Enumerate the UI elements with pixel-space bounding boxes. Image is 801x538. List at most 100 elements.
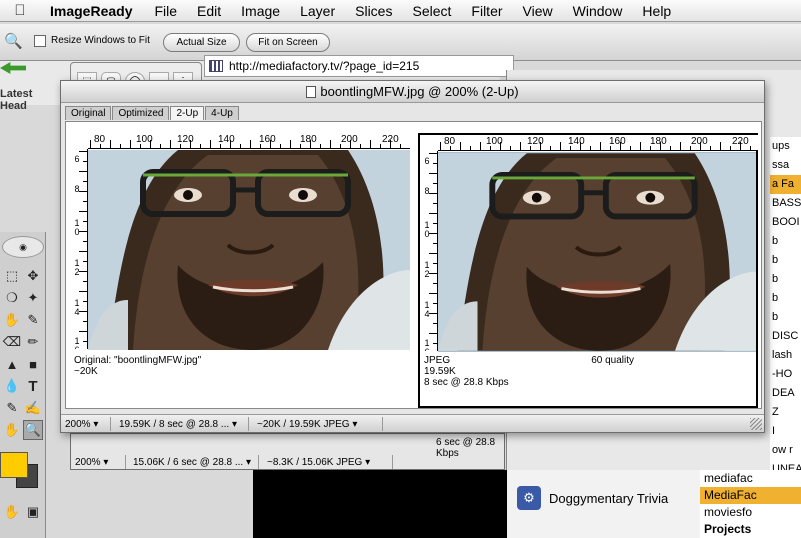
menu-view[interactable]: View <box>513 3 563 19</box>
ruler-tick <box>79 331 87 332</box>
menu-help[interactable]: Help <box>632 3 681 19</box>
brush-tool-icon[interactable]: ✎ <box>23 310 43 330</box>
menu-file[interactable]: File <box>144 3 187 19</box>
bucket-tool-icon[interactable]: ▲ <box>2 354 22 374</box>
folder-item[interactable]: mediafac <box>700 470 801 487</box>
eyedropper-icon[interactable]: ✍ <box>23 398 43 418</box>
slice-tool-icon[interactable]: ✎ <box>2 398 22 418</box>
menu-image[interactable]: Image <box>231 3 290 19</box>
optimized-info: JPEG 60 quality 19.59K 8 sec @ 28.8 Kbps <box>424 355 744 388</box>
resize-grip-icon[interactable] <box>750 418 762 430</box>
menu-filter[interactable]: Filter <box>461 3 512 19</box>
tab-2-up[interactable]: 2-Up <box>170 106 205 120</box>
foreground-color-swatch[interactable] <box>0 452 28 478</box>
list-item[interactable]: b <box>770 308 801 327</box>
list-item[interactable]: ow r <box>770 441 801 460</box>
pencil-tool-icon[interactable]: ✏ <box>23 332 43 352</box>
ruler-tick <box>433 203 437 204</box>
ruler-tick <box>660 142 661 150</box>
drop-tool-icon[interactable]: 💧 <box>2 376 22 396</box>
tab-4-up[interactable]: 4-Up <box>205 106 239 120</box>
list-item[interactable]: b <box>770 289 801 308</box>
folder-item[interactable]: MediaFac <box>700 487 801 504</box>
ruler-tick <box>120 144 121 148</box>
ruler-tick <box>210 140 211 148</box>
ruler-tick <box>83 221 87 222</box>
zoom-select[interactable]: 200% ▾ <box>71 455 126 469</box>
list-item[interactable]: Z <box>770 403 801 422</box>
zoom-select[interactable]: 200% ▾ <box>61 417 111 431</box>
ruler-tick <box>429 233 437 234</box>
optimized-info[interactable]: 15.06K / 6 sec @ 28.8 ... ▾ <box>129 455 259 469</box>
menu-window[interactable]: Window <box>563 3 633 19</box>
folder-list: mediafac MediaFac moviesfo Projects <box>700 470 801 538</box>
ruler-tick <box>300 144 301 148</box>
ruler-tick <box>190 140 191 148</box>
optimized-info-select[interactable]: 19.59K / 8 sec @ 28.8 ... ▾ <box>115 417 249 431</box>
rectangle-tool-icon[interactable]: ■ <box>23 354 43 374</box>
list-item[interactable]: -HO <box>770 365 801 384</box>
size-info[interactable]: ~8.3K / 15.06K JPEG ▾ <box>263 455 393 469</box>
resize-windows-checkbox[interactable] <box>34 35 46 47</box>
list-item[interactable]: b <box>770 270 801 289</box>
list-item[interactable]: b <box>770 232 801 251</box>
list-item[interactable]: I <box>770 422 801 441</box>
hand-tool-icon[interactable]: ✋ <box>2 420 22 440</box>
menu-app-name[interactable]: ImageReady <box>40 3 144 19</box>
screen-mode-icon[interactable]: ▣ <box>23 502 43 522</box>
list-item[interactable]: BASS <box>770 194 801 213</box>
portrait-image <box>88 150 410 350</box>
url-field[interactable]: http://mediafactory.tv/?page_id=215 <box>204 55 514 77</box>
resize-windows-label: Resize Windows to Fit <box>51 35 150 46</box>
size-info-select[interactable]: ~20K / 19.59K JPEG ▾ <box>253 417 383 431</box>
hand-preview-icon[interactable]: ✋ <box>2 502 22 522</box>
eraser-tool-icon[interactable]: ⌫ <box>2 332 22 352</box>
ruler-tick <box>83 241 87 242</box>
ruler-tick <box>580 142 581 150</box>
ruler-tick <box>83 161 87 162</box>
lasso-tool-icon[interactable]: ❍ <box>2 288 22 308</box>
apple-menu-icon[interactable]:  <box>0 2 40 19</box>
ruler-tick <box>83 341 87 342</box>
menu-layer[interactable]: Layer <box>290 3 345 19</box>
list-item[interactable]: BOOI <box>770 213 801 232</box>
zoom-tool-icon[interactable]: 🔍 <box>23 420 43 440</box>
fit-on-screen-button[interactable]: Fit on Screen <box>246 33 330 52</box>
menu-select[interactable]: Select <box>402 3 461 19</box>
ruler-tick <box>490 146 491 150</box>
document-title-bar[interactable]: boontlingMFW.jpg @ 200% (2-Up) <box>61 81 764 103</box>
list-item[interactable]: ssa <box>770 156 801 175</box>
ruler-tick <box>630 146 631 150</box>
menu-edit[interactable]: Edit <box>187 3 231 19</box>
magic-wand-icon[interactable]: ✦ <box>23 288 43 308</box>
optimized-pane[interactable]: 80 100 120 140 160 180 200 220 6 8 1 0 1… <box>418 133 758 408</box>
type-tool-icon[interactable]: T <box>23 376 43 396</box>
move-tool-icon[interactable]: ✥ <box>23 266 43 286</box>
tab-original[interactable]: Original <box>65 106 112 120</box>
ruler-tick <box>230 140 231 148</box>
list-item[interactable]: lash <box>770 346 801 365</box>
list-item[interactable]: b <box>770 251 801 270</box>
tab-optimized[interactable]: Optimized <box>112 106 170 120</box>
ruler-tick <box>560 142 561 150</box>
list-item[interactable]: DISC <box>770 327 801 346</box>
list-item[interactable]: DEA <box>770 384 801 403</box>
ruler-tick <box>100 144 101 148</box>
ruler-tick <box>600 142 601 150</box>
ruler-tick <box>83 261 87 262</box>
list-item[interactable]: ups <box>770 137 801 156</box>
marquee-tool-icon[interactable]: ⬚ <box>2 266 22 286</box>
ruler-tick <box>429 173 437 174</box>
ruler-tick <box>670 146 671 150</box>
list-item[interactable]: a Fa <box>770 175 801 194</box>
actual-size-button[interactable]: Actual Size <box>163 33 240 52</box>
zoom-tool-icon[interactable]: 🔍 <box>4 32 23 50</box>
crop-tool-icon[interactable]: ✋ <box>2 310 22 330</box>
trivia-item[interactable]: Doggymentary Trivia <box>549 491 668 506</box>
folder-item[interactable]: Projects <box>700 521 801 538</box>
folder-item[interactable]: moviesfo <box>700 504 801 521</box>
menu-slices[interactable]: Slices <box>345 3 402 19</box>
original-pane[interactable]: 80 100 120 140 160 180 200 220 6 8 1 0 1… <box>70 133 410 408</box>
ruler-tick <box>160 144 161 148</box>
ruler-tick <box>620 142 621 150</box>
